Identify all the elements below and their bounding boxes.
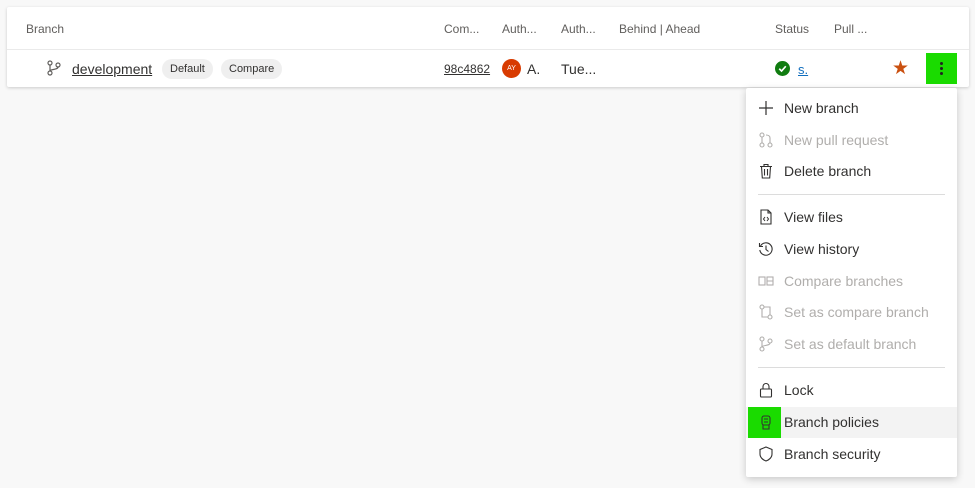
column-header-authored-date[interactable]: Auth...	[561, 22, 596, 36]
menu-item-set-as-default-branch[interactable]: Set as default branch	[746, 329, 957, 360]
more-dot	[940, 67, 943, 70]
lock-icon	[759, 383, 773, 398]
check-circle-icon	[775, 61, 790, 76]
menu-item-label: New pull request	[784, 132, 889, 148]
more-dot	[940, 72, 943, 75]
branch-icon	[47, 60, 61, 76]
more-actions-button[interactable]	[926, 53, 957, 84]
avatar: AY	[502, 59, 521, 78]
policy-icon	[761, 415, 771, 430]
menu-item-view-history[interactable]: View history	[746, 234, 957, 265]
column-header-pull-request[interactable]: Pull ...	[834, 22, 867, 36]
compare-branch-icon	[759, 304, 773, 320]
favorite-star-icon[interactable]: ★	[892, 57, 909, 80]
menu-item-label: Set as compare branch	[784, 304, 929, 320]
menu-item-label: View files	[784, 209, 843, 225]
pull-request-icon	[759, 132, 773, 148]
column-header-status[interactable]: Status	[775, 22, 809, 36]
plus-icon	[759, 101, 773, 115]
menu-item-branch-security[interactable]: Branch security	[746, 439, 957, 470]
menu-item-label: Compare branches	[784, 273, 904, 289]
column-header-behind-ahead[interactable]: Behind | Ahead	[619, 22, 700, 36]
menu-item-new-branch[interactable]: New branch	[746, 93, 957, 124]
menu-item-label: Branch security	[784, 446, 881, 462]
menu-item-branch-policies[interactable]: Branch policies	[746, 407, 957, 438]
menu-item-view-files[interactable]: View files	[746, 202, 957, 233]
column-header-branch[interactable]: Branch	[26, 22, 64, 36]
branch-context-menu: New branch New pull request Delete branc…	[746, 88, 957, 477]
more-dot	[940, 62, 943, 65]
menu-divider	[758, 367, 945, 368]
table-header: Branch Com... Auth... Auth... Behind | A…	[7, 7, 969, 50]
default-badge: Default	[162, 59, 213, 79]
history-icon	[758, 242, 773, 256]
author-name: A.	[527, 61, 541, 77]
menu-item-label: Delete branch	[784, 163, 872, 179]
authored-date: Tue...	[561, 61, 597, 77]
column-header-commit[interactable]: Com...	[444, 22, 479, 36]
branch-icon	[759, 336, 773, 352]
status-link[interactable]: s.	[798, 62, 808, 77]
menu-item-new-pull-request[interactable]: New pull request	[746, 125, 957, 156]
shield-icon	[759, 446, 773, 462]
menu-item-set-as-compare-branch[interactable]: Set as compare branch	[746, 297, 957, 328]
menu-item-label: View history	[784, 241, 860, 257]
menu-item-lock[interactable]: Lock	[746, 375, 957, 406]
commit-id-link[interactable]: 98c4862	[444, 62, 490, 76]
branch-name-link[interactable]: development	[72, 61, 152, 77]
compare-badge: Compare	[221, 59, 283, 79]
file-code-icon	[760, 209, 772, 225]
branches-table: Branch Com... Auth... Auth... Behind | A…	[7, 7, 969, 87]
menu-item-label: Branch policies	[784, 414, 879, 430]
menu-item-compare-branches[interactable]: Compare branches	[746, 266, 957, 297]
menu-item-delete-branch[interactable]: Delete branch	[746, 156, 957, 187]
menu-item-label: Lock	[784, 382, 814, 398]
compare-icon	[758, 276, 774, 286]
menu-item-label: Set as default branch	[784, 336, 917, 352]
trash-icon	[760, 163, 772, 179]
menu-item-label: New branch	[784, 100, 859, 116]
column-header-author[interactable]: Auth...	[502, 22, 537, 36]
menu-divider	[758, 194, 945, 195]
table-row[interactable]: development Default Compare 98c4862 AY A…	[7, 50, 969, 87]
